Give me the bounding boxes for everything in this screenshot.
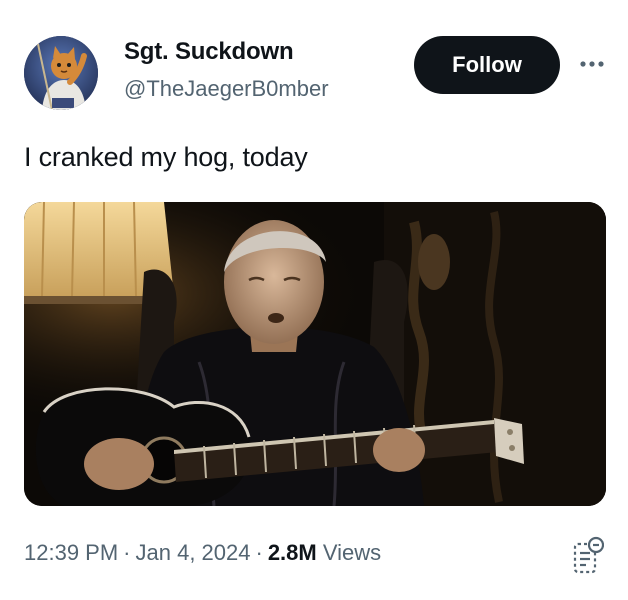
reader-mode-icon	[573, 536, 605, 574]
tweet-time[interactable]: 12:39 PM	[24, 540, 118, 565]
author-handle[interactable]: @TheJaegerB0mber	[124, 76, 329, 102]
author-display-name[interactable]: Sgt. Suckdown	[124, 38, 294, 66]
avatar[interactable]	[24, 36, 98, 110]
meta-separator: ·	[123, 540, 131, 565]
meta-separator: ·	[255, 540, 263, 565]
tweet-meta: 12:39 PM · Jan 4, 2024 · 2.8M Views	[24, 540, 381, 566]
more-dots-icon	[580, 61, 604, 67]
reader-mode-button[interactable]	[572, 536, 605, 576]
tweet-date[interactable]: Jan 4, 2024	[136, 540, 251, 565]
follow-button[interactable]: Follow	[414, 36, 560, 94]
tweet-text: I cranked my hog, today	[24, 142, 308, 172]
tweet-media[interactable]	[24, 202, 606, 506]
views-count: 2.8M	[267, 540, 317, 565]
video-still-icon	[24, 202, 606, 506]
more-options-button[interactable]	[574, 52, 610, 76]
views-label: Views	[322, 540, 382, 565]
cartoon-cat-avatar-icon	[24, 36, 98, 110]
